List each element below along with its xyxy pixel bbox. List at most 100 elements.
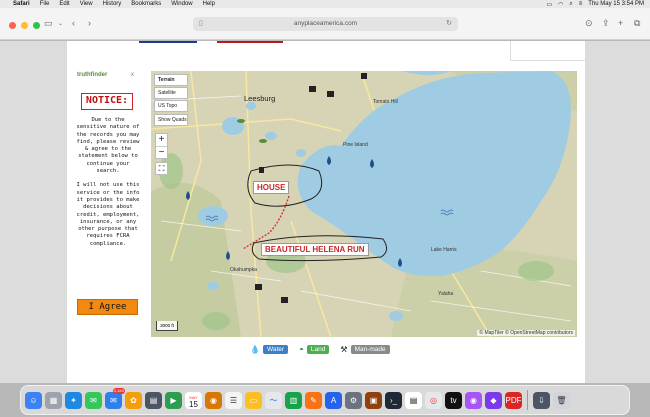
menu-app-name[interactable]: Safari — [13, 1, 30, 7]
downloads-stack-icon[interactable]: ⇩ — [533, 391, 550, 409]
web-page: truthfinder x NOTICE: Due to the sensiti… — [0, 41, 650, 383]
mail-icon[interactable]: ✉ 2,443 — [105, 387, 125, 409]
legend-water[interactable]: Water — [262, 345, 289, 354]
control-center-icon[interactable]: ≡ — [579, 1, 583, 7]
terminal-icon[interactable]: ›_ — [385, 391, 402, 409]
pages-icon[interactable]: ✎ — [305, 391, 322, 409]
minimize-window-button[interactable] — [21, 22, 28, 29]
place-leesburg: Leesburg — [244, 94, 276, 103]
search-icon[interactable]: ⌕ — [569, 1, 572, 8]
photos-icon[interactable]: ✿ — [125, 391, 142, 409]
share-icon[interactable]: ⇪ — [602, 18, 610, 29]
place-yalaha: Yalaha — [438, 291, 454, 297]
annotation-house: HOUSE — [253, 181, 290, 194]
freeform-icon[interactable]: 〜 — [265, 391, 282, 409]
zoom-control: + − — [155, 133, 168, 159]
dock: ☺ ▦ ✦ ✉ ✉ 2,443 ✿ ▤ ▶ MAY 15 ◉ ☰ ▭ 〜 ▥ ✎ A… — [20, 385, 630, 415]
top-ad-slot — [510, 41, 585, 61]
facetime-icon[interactable]: ▶ — [165, 391, 182, 409]
menu-window[interactable]: Window — [171, 1, 192, 7]
safari-icon[interactable]: ✦ — [65, 391, 82, 409]
layer-us-topo-button[interactable]: US Topo — [154, 100, 188, 112]
chrome-icon[interactable]: ◎ — [425, 391, 442, 409]
show-quads-button[interactable]: Show Quads — [154, 114, 188, 126]
system-settings-icon[interactable]: ⚙ — [345, 391, 362, 409]
ad-close-icon[interactable]: x — [131, 72, 134, 78]
window-controls — [9, 22, 40, 29]
preview-icon[interactable]: ▣ — [365, 391, 382, 409]
page-content: truthfinder x NOTICE: Due to the sensiti… — [67, 41, 585, 383]
map-canvas — [151, 71, 577, 337]
water-drop-icon: 💧 — [250, 345, 260, 354]
fullscreen-icon[interactable]: ⛶ — [155, 162, 168, 175]
menubar-clock[interactable]: Thu May 15 3:54 PM — [588, 1, 644, 7]
calendar-day: 15 — [189, 399, 198, 409]
ad-brand-logo[interactable]: truthfinder — [77, 72, 107, 78]
agree-button[interactable]: I Agree — [77, 299, 138, 315]
finder-icon[interactable]: ☺ — [25, 391, 42, 409]
back-button[interactable]: ‹ — [72, 18, 75, 28]
header-rule-red — [217, 41, 283, 43]
legend-land[interactable]: Land — [306, 345, 330, 354]
menu-file[interactable]: File — [40, 1, 50, 7]
tab-overview-icon[interactable]: ⧉ — [634, 18, 640, 29]
ad-notice-heading: NOTICE: — [81, 93, 133, 110]
notes-icon[interactable]: ▭ — [245, 391, 262, 409]
contacts-icon[interactable]: ◉ — [205, 391, 222, 409]
layer-terrain-button[interactable]: Terrain — [154, 74, 188, 86]
messages-icon[interactable]: ✉ — [85, 391, 102, 409]
land-icon: ◓ — [299, 345, 304, 354]
map-layer-switcher: Terrain Satellite US Topo Show Quads — [154, 74, 188, 127]
dock-separator — [527, 390, 528, 410]
calculator-icon[interactable]: ▤ — [145, 391, 162, 409]
menu-bar: Safari File Edit View History Bookmarks … — [0, 0, 650, 8]
shortcuts-icon[interactable]: ◆ — [485, 391, 502, 409]
reminders-icon[interactable]: ☰ — [225, 391, 242, 409]
textedit-icon[interactable]: ▤ — [405, 391, 422, 409]
annotation-helena-run: BEAUTIFUL HELENA RUN — [261, 243, 369, 256]
reload-icon[interactable]: ↻ — [446, 17, 452, 31]
zoom-window-button[interactable] — [33, 22, 40, 29]
close-window-button[interactable] — [9, 22, 16, 29]
address-url: anyplaceamerica.com — [293, 20, 358, 27]
ad-paragraph-2: I will not use this service or the info … — [76, 182, 140, 247]
menu-edit[interactable]: Edit — [59, 1, 69, 7]
place-okahumpka: Okahumpka — [230, 267, 257, 273]
trash-icon[interactable]: 🗑 — [553, 391, 570, 409]
browser-toolbar: ▭ ⌄ ‹ › ▯ anyplaceamerica.com ↻ ⊙ ⇪ + ⧉ — [0, 8, 650, 40]
downloads-icon[interactable]: ⊙ — [585, 18, 593, 29]
calendar-icon[interactable]: MAY 15 — [185, 391, 202, 409]
wifi-icon[interactable]: ◠ — [558, 1, 563, 8]
tools-icon: ⚒ — [340, 345, 348, 354]
zoom-in-button[interactable]: + — [156, 134, 167, 146]
new-tab-icon[interactable]: + — [618, 18, 623, 28]
page-document-icon: ▯ — [199, 20, 203, 27]
forward-button[interactable]: › — [88, 18, 91, 28]
place-pine-island: Pine Island — [343, 142, 368, 148]
zoom-out-button[interactable]: − — [156, 146, 167, 158]
place-lake-harris: Lake Harris — [431, 247, 457, 253]
map-viewport[interactable]: Leesburg Pine Island Tomato Hill Lake Ha… — [151, 71, 577, 337]
acrobat-icon[interactable]: PDF — [505, 391, 522, 409]
ad-body: Due to the sensitive nature of the recor… — [76, 117, 140, 255]
address-bar[interactable]: ▯ anyplaceamerica.com ↻ — [193, 17, 458, 31]
launchpad-icon[interactable]: ▦ — [45, 391, 62, 409]
app-store-icon[interactable]: A — [325, 391, 342, 409]
sidebar-toggle-icon[interactable]: ▭ — [44, 18, 53, 29]
menu-help[interactable]: Help — [203, 1, 215, 7]
chevron-down-icon[interactable]: ⌄ — [58, 20, 63, 27]
battery-icon[interactable]: ▭ — [546, 1, 552, 8]
mail-badge: 2,443 — [112, 387, 125, 394]
layer-satellite-button[interactable]: Satellite — [154, 87, 188, 99]
numbers-icon[interactable]: ▥ — [285, 391, 302, 409]
ad-paragraph-1: Due to the sensitive nature of the recor… — [76, 117, 140, 175]
legend-manmade[interactable]: Man-made — [350, 345, 390, 354]
map-attribution[interactable]: © MapTiler © OpenStreetMap contributors — [477, 330, 575, 336]
podcasts-icon[interactable]: ◉ — [465, 391, 482, 409]
apple-tv-icon[interactable]: tv — [445, 391, 462, 409]
header-rule-blue — [139, 41, 197, 43]
menu-history[interactable]: History — [103, 1, 122, 7]
menu-view[interactable]: View — [80, 1, 93, 7]
map-scale-bar: 3000 ft — [156, 321, 178, 331]
menu-bookmarks[interactable]: Bookmarks — [131, 1, 161, 7]
